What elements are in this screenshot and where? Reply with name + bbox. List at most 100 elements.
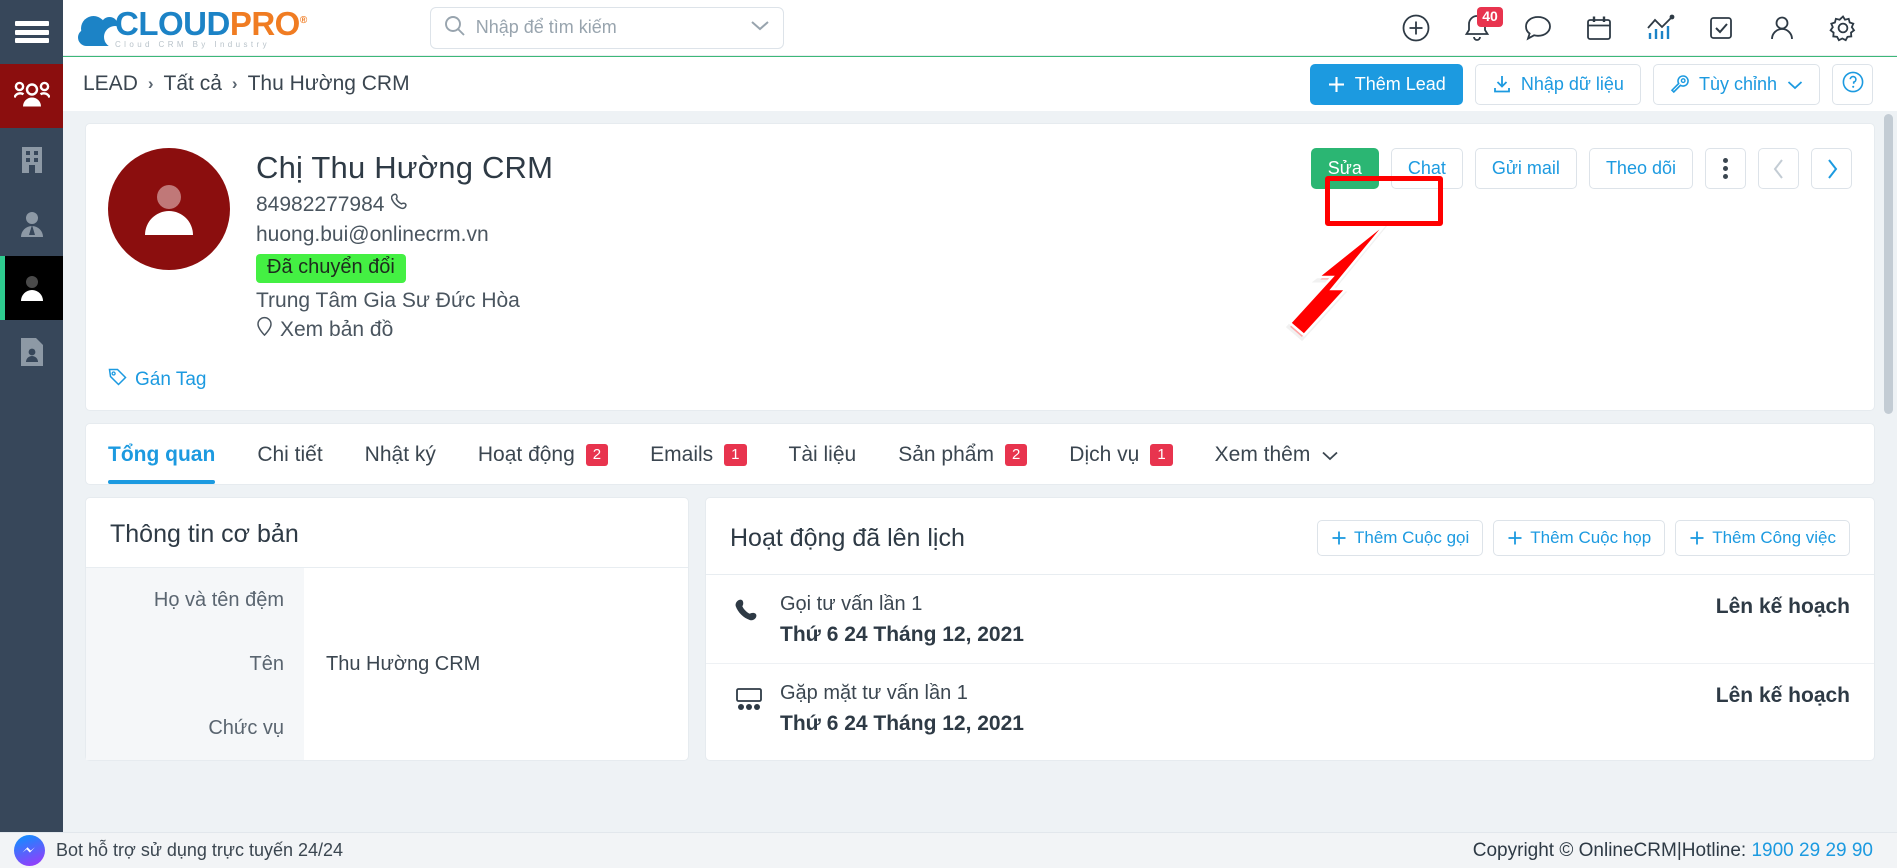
sidebar-item-lead-detail[interactable]	[0, 256, 63, 320]
tab-tai-lieu[interactable]: Tài liệu	[789, 424, 857, 484]
tab-dich-vu[interactable]: Dịch vụ 1	[1069, 424, 1173, 484]
field-value[interactable]	[304, 696, 688, 760]
calendar-icon[interactable]	[1568, 0, 1629, 56]
search-input[interactable]	[475, 17, 750, 38]
activity-row[interactable]: Gọi tư vấn lần 1 Thứ 6 24 Tháng 12, 2021…	[706, 575, 1874, 664]
chevron-right-icon	[1827, 158, 1837, 179]
sidebar-item-contacts[interactable]	[0, 192, 63, 256]
phone-icon[interactable]	[391, 192, 410, 217]
field-value[interactable]	[304, 568, 688, 632]
tag-icon	[108, 367, 127, 392]
help-circle-icon	[1841, 70, 1865, 99]
activity-title: Gặp mặt tư vấn lần 1	[780, 682, 968, 704]
contact-phone: 84982277984	[256, 192, 385, 216]
contact-name: Chị Thu Hường CRM	[256, 150, 554, 185]
add-lead-label: Thêm Lead	[1354, 73, 1446, 94]
add-task-button[interactable]: Thêm Công việc	[1675, 520, 1850, 556]
hamburger-icon	[14, 29, 49, 35]
detail-tabs-card: Tổng quan Chi tiết Nhật ký Hoạt động 2 Em…	[85, 423, 1875, 485]
view-map-label: Xem bản đồ	[280, 317, 394, 341]
add-meeting-button[interactable]: Thêm Cuộc họp	[1493, 520, 1666, 556]
map-pin-icon	[256, 316, 273, 343]
tab-label: Dịch vụ	[1069, 443, 1140, 466]
hamburger-menu-button[interactable]	[0, 0, 63, 64]
overview-panels: Thông tin cơ bản Họ và tên đệm Tên Chức …	[85, 497, 1875, 761]
customize-button[interactable]: Tùy chỉnh	[1652, 63, 1820, 105]
detail-tabs: Tổng quan Chi tiết Nhật ký Hoạt động 2 Em…	[108, 424, 1852, 484]
prev-record-button[interactable]	[1758, 148, 1799, 189]
sidebar-item-companies[interactable]	[0, 128, 63, 192]
activity-status: Lên kế hoạch	[1715, 684, 1850, 707]
chat-bubble-icon[interactable]	[1507, 0, 1568, 56]
avatar[interactable]	[108, 148, 230, 270]
breadcrumb-separator: ›	[231, 74, 238, 93]
activity-body: Gặp mặt tư vấn lần 1 Thứ 6 24 Tháng 12, …	[780, 682, 1716, 736]
brand-logo[interactable]: CLOUDPRO® Cloud CRM By Industry	[78, 7, 307, 49]
add-task-label: Thêm Công việc	[1712, 528, 1836, 547]
tab-emails[interactable]: Emails 1	[650, 424, 747, 484]
plus-icon	[1331, 530, 1347, 546]
breadcrumb-bar: LEAD › Tất cả › Thu Hường CRM Thêm Lead …	[63, 56, 1897, 111]
scrollbar-thumb[interactable]	[1884, 114, 1893, 414]
more-vertical-icon	[1723, 158, 1728, 179]
breadcrumb-item-all[interactable]: Tất cả	[164, 72, 222, 96]
global-search[interactable]	[429, 6, 784, 49]
send-mail-button[interactable]: Gửi mail	[1474, 148, 1577, 189]
tab-hoat-dong[interactable]: Hoạt động 2	[478, 424, 609, 484]
follow-button[interactable]: Theo dõi	[1588, 148, 1693, 189]
messenger-icon	[14, 835, 45, 866]
download-icon	[1492, 74, 1512, 94]
activity-title: Gọi tư vấn lần 1	[780, 593, 923, 615]
sidebar-item-documents[interactable]	[0, 320, 63, 384]
main-scrollbar[interactable]	[1883, 114, 1894, 828]
field-label: Chức vụ	[208, 716, 284, 739]
chat-button[interactable]: Chat	[1390, 148, 1463, 189]
tab-xem-them[interactable]: Xem thêm	[1215, 424, 1340, 484]
status-badge: Đã chuyển đổi	[256, 254, 406, 283]
hotline-number[interactable]: 1900 29 29 90	[1751, 840, 1873, 861]
view-map-link[interactable]: Xem bản đồ	[256, 316, 553, 343]
add-circle-icon[interactable]	[1385, 0, 1446, 56]
activity-body: Gọi tư vấn lần 1 Thứ 6 24 Tháng 12, 2021	[780, 593, 1716, 647]
activity-row[interactable]: Gặp mặt tư vấn lần 1 Thứ 6 24 Tháng 12, …	[706, 664, 1874, 752]
building-icon	[18, 145, 46, 175]
person-icon	[17, 273, 47, 303]
phone-icon	[734, 593, 780, 630]
plus-icon	[1689, 530, 1705, 546]
field-value[interactable]: Thu Hường CRM	[304, 632, 688, 696]
registered-mark: ®	[299, 14, 307, 26]
support-bot-link[interactable]: Bot hỗ trợ sử dụng trực tuyến 24/24	[14, 835, 343, 866]
notification-badge: 40	[1477, 6, 1503, 27]
tab-tong-quan[interactable]: Tổng quan	[108, 424, 216, 484]
tab-san-pham[interactable]: Sản phẩm 2	[898, 424, 1028, 484]
add-call-button[interactable]: Thêm Cuộc gọi	[1316, 520, 1484, 556]
add-meeting-label: Thêm Cuộc họp	[1530, 528, 1652, 547]
add-lead-button[interactable]: Thêm Lead	[1309, 63, 1463, 105]
edit-button[interactable]: Sửa	[1310, 148, 1379, 189]
basic-info-header: Thông tin cơ bản	[86, 498, 688, 568]
tab-label: Tổng quan	[108, 443, 216, 466]
import-data-button[interactable]: Nhập dữ liệu	[1474, 63, 1641, 105]
brand-name-primary: CLOUD	[115, 4, 230, 42]
task-check-icon[interactable]	[1690, 0, 1751, 56]
help-button[interactable]	[1832, 63, 1873, 105]
assign-tag-button[interactable]: Gán Tag	[108, 367, 206, 392]
contact-email[interactable]: huong.bui@onlinecrm.vn	[256, 223, 553, 247]
user-icon[interactable]	[1751, 0, 1812, 56]
chevron-down-icon[interactable]	[750, 19, 770, 37]
tab-label: Chi tiết	[257, 443, 323, 466]
breadcrumb-item-lead[interactable]: LEAD	[83, 72, 138, 96]
support-bot-label: Bot hỗ trợ sử dụng trực tuyến 24/24	[56, 840, 344, 860]
more-actions-button[interactable]	[1705, 148, 1746, 189]
sidebar-item-leads[interactable]	[0, 64, 63, 128]
contact-card-icon	[19, 337, 45, 367]
tab-label: Tài liệu	[788, 443, 857, 466]
analytics-icon[interactable]	[1629, 0, 1690, 56]
next-record-button[interactable]	[1811, 148, 1852, 189]
tab-nhat-ky[interactable]: Nhật ký	[365, 424, 436, 484]
tab-chi-tiet[interactable]: Chi tiết	[257, 424, 322, 484]
notifications-bell[interactable]: 40	[1446, 0, 1507, 56]
field-label: Họ và tên đệm	[153, 588, 284, 611]
activity-status: Lên kế hoạch	[1715, 595, 1850, 618]
gear-icon[interactable]	[1812, 0, 1873, 56]
